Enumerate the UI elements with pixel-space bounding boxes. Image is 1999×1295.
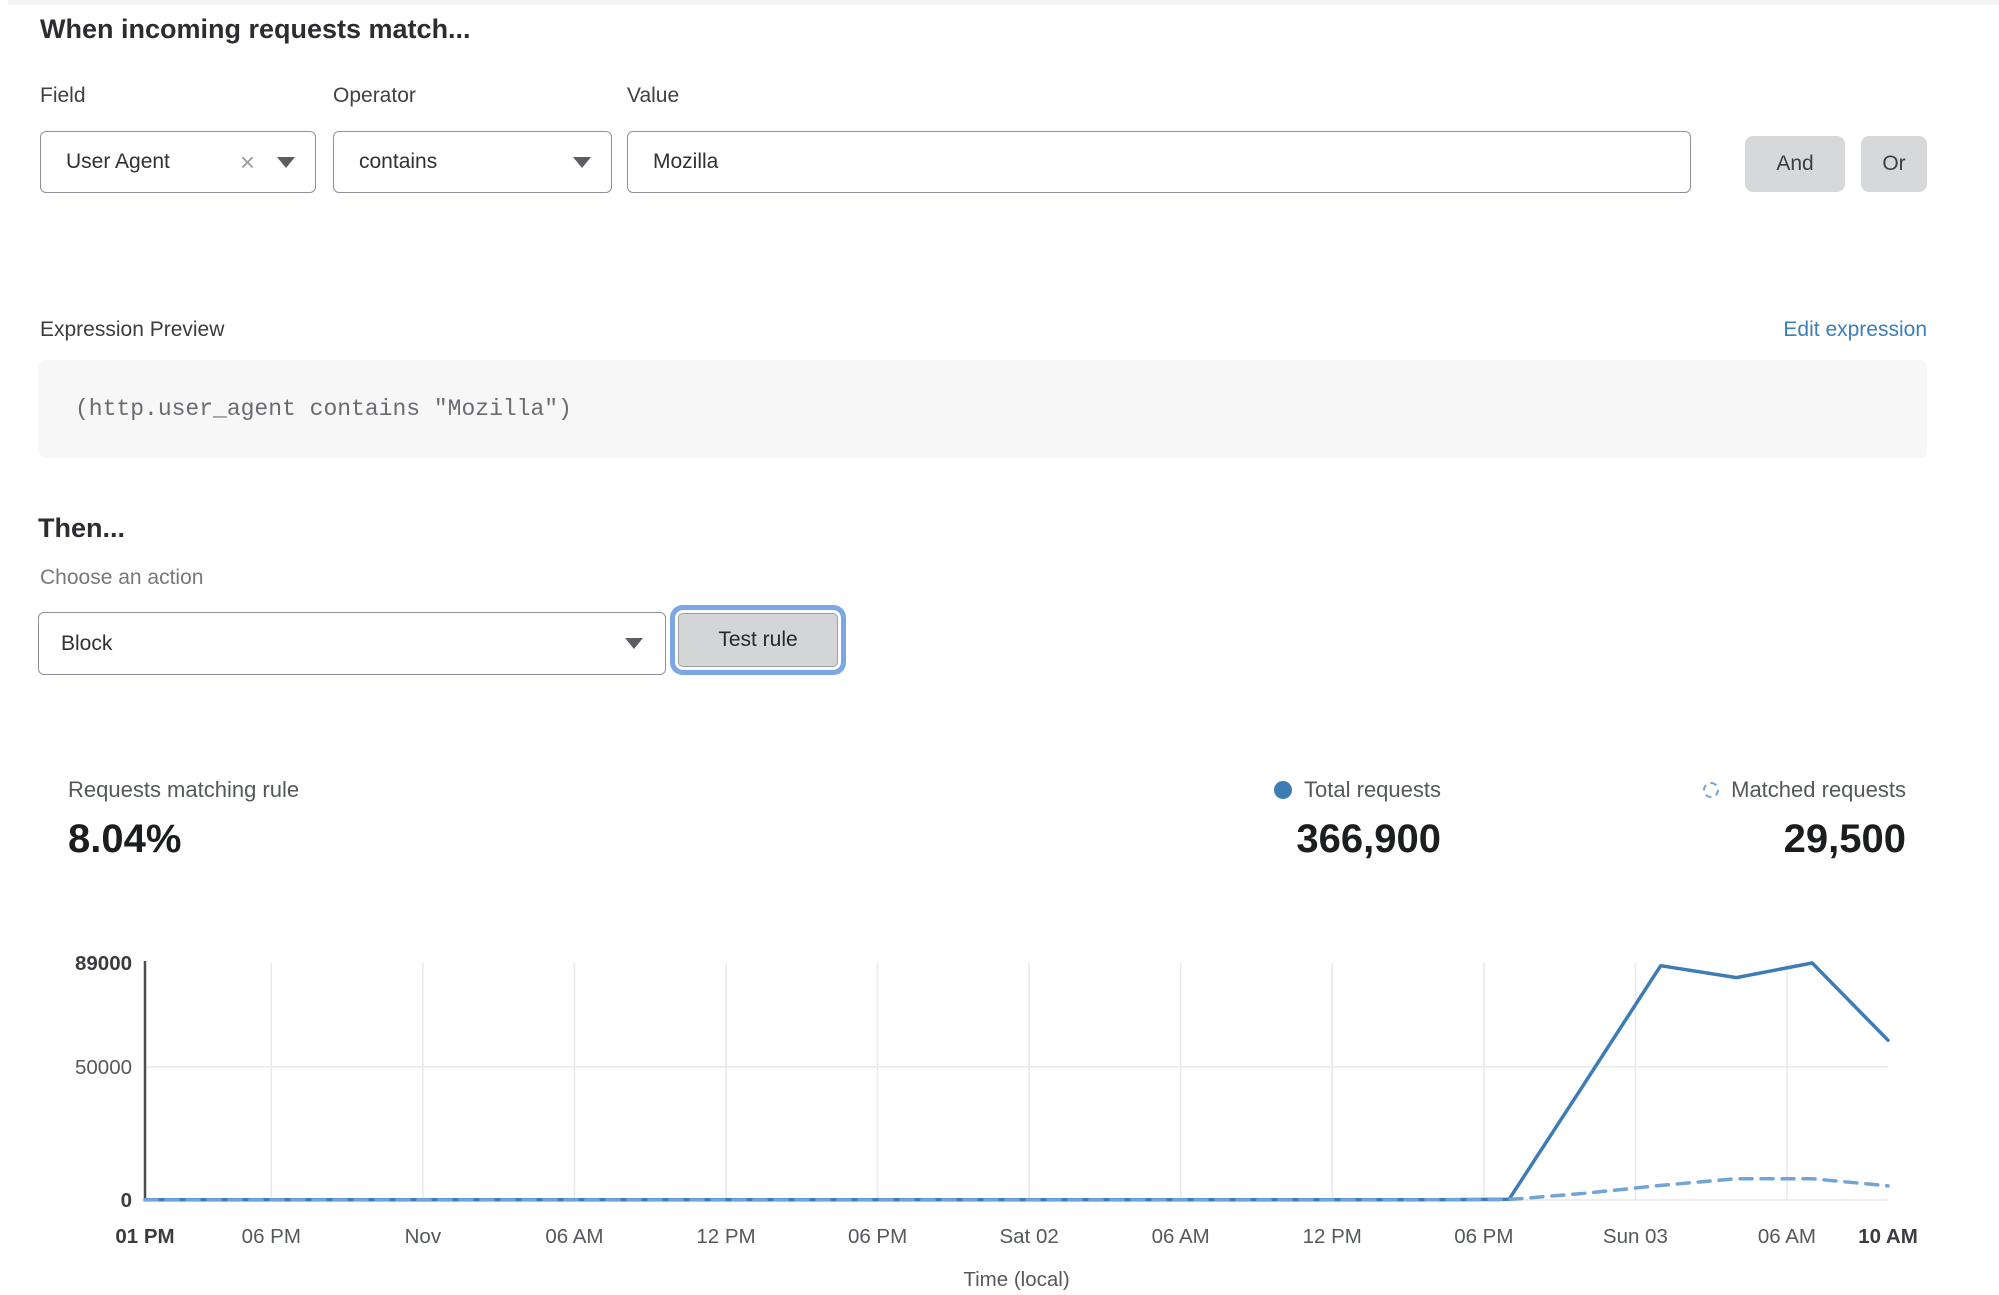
x-tick-label: 06 AM: [1758, 1225, 1816, 1248]
y-tick-label: 89000: [75, 952, 132, 975]
and-button[interactable]: And: [1745, 136, 1845, 192]
field-select[interactable]: User Agent ×: [40, 131, 316, 193]
or-button[interactable]: Or: [1861, 136, 1927, 192]
y-tick-label: 50000: [75, 1056, 132, 1079]
field-select-value: User Agent: [66, 150, 170, 174]
total-requests-legend-dot: [1274, 781, 1292, 799]
x-tick-label: 12 PM: [696, 1225, 755, 1248]
requests-matching-value: 8.04%: [68, 817, 299, 862]
edit-expression-link[interactable]: Edit expression: [1783, 318, 1927, 342]
chevron-down-icon: [625, 638, 643, 649]
expression-code: (http.user_agent contains "Mozilla"): [75, 396, 572, 422]
chevron-down-icon: [277, 157, 295, 168]
y-tick-label: 0: [121, 1189, 132, 1212]
x-tick-label: Sun 03: [1603, 1225, 1668, 1248]
operator-label: Operator: [333, 84, 416, 108]
action-select[interactable]: Block: [38, 612, 666, 675]
operator-select-value: contains: [359, 150, 437, 174]
matched-requests-line: [145, 1179, 1888, 1200]
test-rule-button[interactable]: Test rule: [678, 613, 838, 667]
total-requests-value: 366,900: [1296, 817, 1441, 862]
matched-requests-value: 29,500: [1784, 817, 1906, 862]
choose-action-label: Choose an action: [40, 566, 203, 590]
x-axis-title: Time (local): [963, 1268, 1069, 1291]
value-input[interactable]: [627, 131, 1691, 193]
x-tick-label: 12 PM: [1303, 1225, 1362, 1248]
total-requests-label: Total requests: [1304, 777, 1441, 803]
x-tick-label: 06 AM: [545, 1225, 603, 1248]
expression-preview-box: (http.user_agent contains "Mozilla"): [38, 360, 1927, 458]
x-tick-label: Sat 02: [999, 1225, 1058, 1248]
requests-matching-stat: Requests matching rule 8.04%: [68, 777, 299, 862]
x-tick-label: 06 AM: [1152, 1225, 1210, 1248]
expression-preview-label: Expression Preview: [40, 318, 224, 342]
x-tick-label: 10 AM: [1858, 1225, 1918, 1248]
value-label: Value: [627, 84, 679, 108]
page-title: When incoming requests match...: [40, 14, 471, 45]
requests-chart: 89000 50000 0 01 PM 06 PM Nov 06 AM 12 PM 06 PM S…: [0, 930, 1999, 1295]
top-divider: [8, 0, 1999, 5]
chevron-down-icon: [573, 157, 591, 168]
field-label: Field: [40, 84, 86, 108]
x-tick-label: Nov: [405, 1225, 442, 1248]
x-tick-label: 06 PM: [848, 1225, 907, 1248]
x-tick-label: 06 PM: [1454, 1225, 1513, 1248]
matched-requests-label: Matched requests: [1731, 777, 1906, 803]
x-tick-label: 06 PM: [242, 1225, 301, 1248]
requests-matching-label: Requests matching rule: [68, 777, 299, 803]
x-tick-label: 01 PM: [115, 1225, 174, 1248]
total-requests-stat: Total requests 366,900: [1274, 777, 1441, 862]
operator-select[interactable]: contains: [333, 131, 612, 193]
total-requests-line: [145, 963, 1888, 1200]
then-heading: Then...: [38, 513, 125, 544]
action-select-value: Block: [61, 632, 112, 656]
matched-requests-legend-circle: [1703, 782, 1719, 798]
clear-icon[interactable]: ×: [240, 149, 255, 175]
matched-requests-stat: Matched requests 29,500: [1703, 777, 1906, 862]
